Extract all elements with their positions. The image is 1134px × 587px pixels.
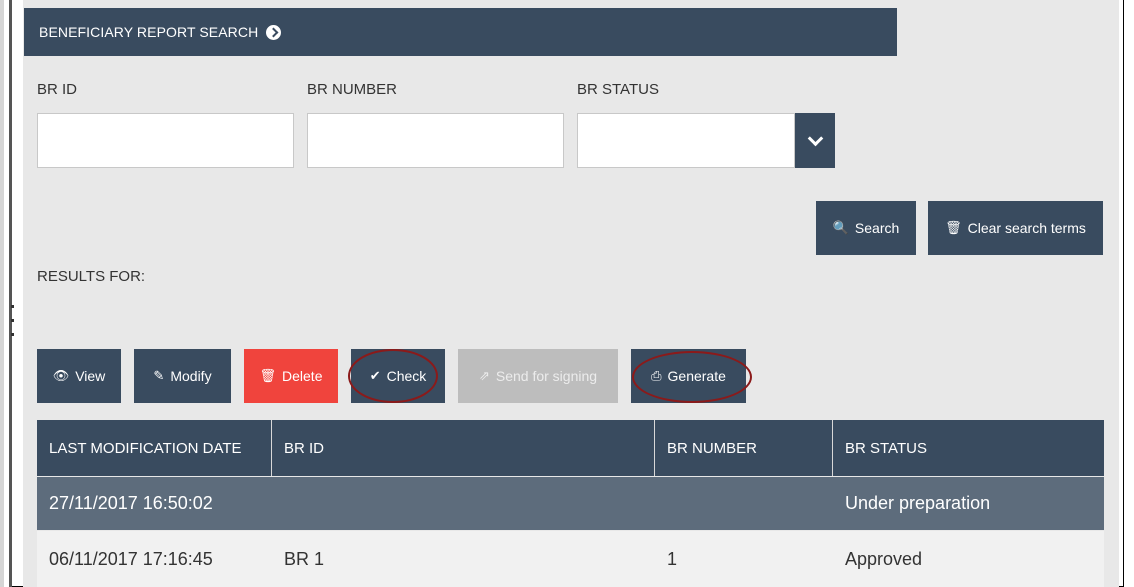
view-button[interactable]: 👁 View <box>37 349 121 403</box>
search-button[interactable]: 🔍 Search <box>816 201 916 255</box>
cell-date: 06/11/2017 17:16:45 <box>49 548 213 569</box>
panel-header[interactable]: BENEFICIARY REPORT SEARCH <box>24 8 897 56</box>
column-header-br-number[interactable]: BR NUMBER <box>655 420 833 476</box>
column-header-last-modification-date[interactable]: LAST MODIFICATION DATE <box>37 420 272 476</box>
send-for-signing-button-label: Send for signing <box>495 368 598 384</box>
splitter-handle[interactable] <box>11 305 17 355</box>
cell-br-number: 1 <box>667 548 678 569</box>
cell-status: Approved <box>845 548 923 569</box>
br-number-field[interactable] <box>307 113 564 168</box>
delete-button[interactable]: 🗑 Delete <box>244 349 338 403</box>
generate-button[interactable]: ⎙ Generate <box>631 349 746 403</box>
table-row[interactable]: 06/11/2017 17:16:45 BR 1 1 Approved <box>37 531 1104 587</box>
check-button[interactable]: ✔ Check <box>351 349 445 403</box>
page-title: BENEFICIARY REPORT SEARCH <box>39 24 259 40</box>
br-status-select[interactable] <box>577 113 795 168</box>
view-button-label: View <box>75 368 106 384</box>
check-icon: ✔ <box>369 368 381 383</box>
chevron-down-icon[interactable] <box>795 113 835 168</box>
table-row[interactable]: 27/11/2017 16:50:02 Under preparation <box>37 477 1104 530</box>
check-button-label: Check <box>386 368 427 384</box>
modify-button[interactable]: ✎ Modify <box>134 349 231 403</box>
send-for-signing-button[interactable]: ⇗ Send for signing <box>458 349 618 403</box>
search-button-label: Search <box>854 220 900 236</box>
arrow-circle-right-icon[interactable] <box>266 24 282 40</box>
cell-status: Under preparation <box>845 493 991 513</box>
cell-br-id: BR 1 <box>284 548 325 569</box>
left-stripe <box>0 0 4 587</box>
table-header: LAST MODIFICATION DATE BR ID BR NUMBER B… <box>37 420 1104 476</box>
generate-button-label: Generate <box>667 368 726 384</box>
modify-button-label: Modify <box>170 368 212 384</box>
delete-button-label: Delete <box>282 368 323 384</box>
br-status-label: BR STATUS <box>577 81 659 98</box>
br-id-label: BR ID <box>37 81 78 98</box>
clear-search-button[interactable]: 🗑 Clear search terms <box>928 201 1103 255</box>
trash-icon: 🗑 <box>945 220 962 235</box>
cell-date: 27/11/2017 16:50:02 <box>49 493 213 513</box>
left-border <box>9 0 12 587</box>
br-id-field[interactable] <box>37 113 294 168</box>
external-link-icon: ⇗ <box>478 368 490 383</box>
clear-search-button-label: Clear search terms <box>967 220 1086 236</box>
column-header-br-id[interactable]: BR ID <box>272 420 655 476</box>
column-header-br-status[interactable]: BR STATUS <box>833 420 1104 476</box>
print-icon: ⎙ <box>651 368 662 383</box>
trash-icon: 🗑 <box>259 368 277 383</box>
results-label: RESULTS FOR: <box>37 268 146 285</box>
pencil-icon: ✎ <box>153 368 165 383</box>
br-number-label: BR NUMBER <box>307 81 398 98</box>
search-icon: 🔍 <box>832 220 849 235</box>
cell-br-id <box>272 477 655 530</box>
cell-br-number <box>655 477 833 530</box>
eye-icon: 👁 <box>52 368 70 383</box>
